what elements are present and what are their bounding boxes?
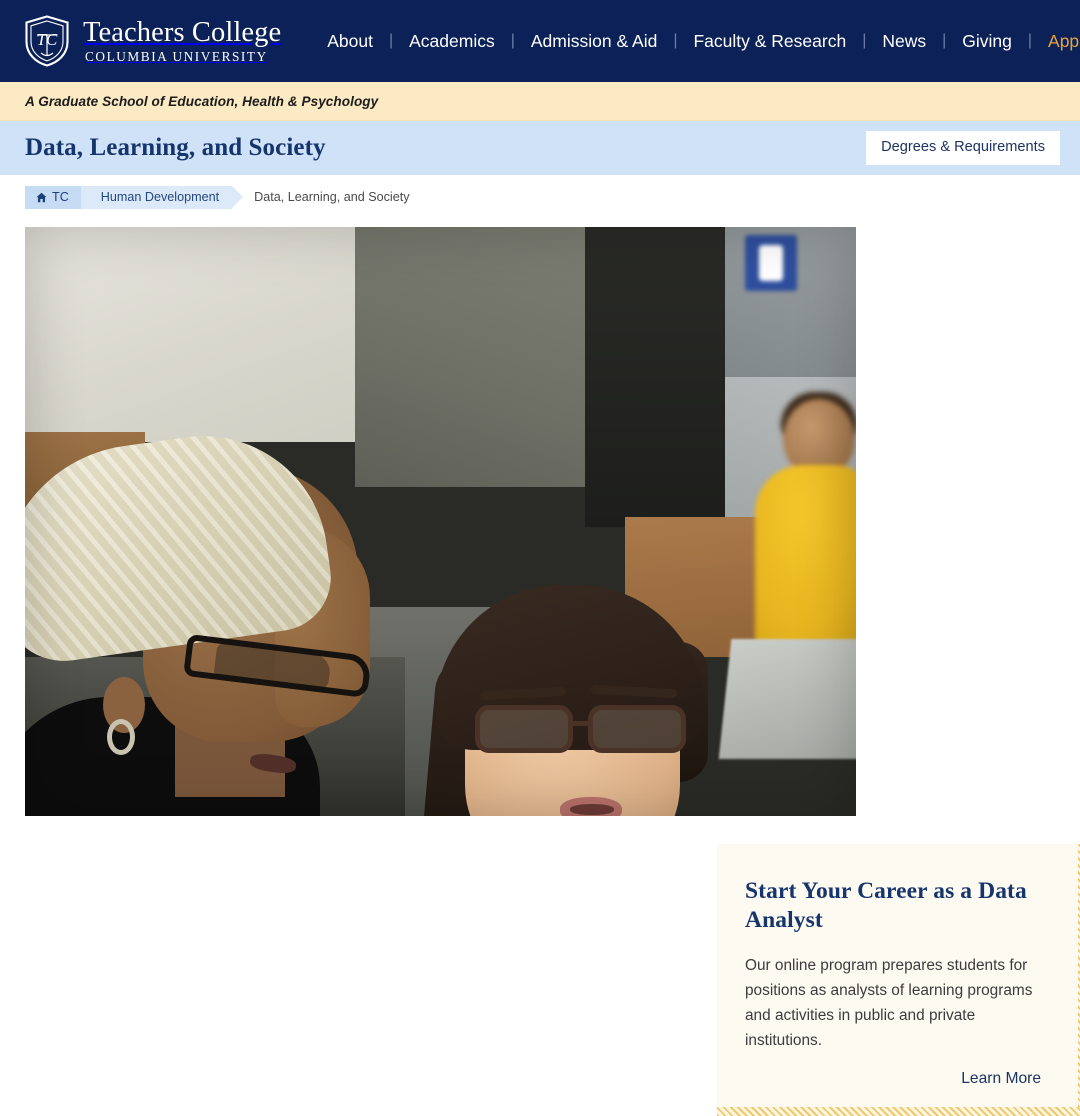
learn-more-link[interactable]: Learn More <box>961 1070 1041 1087</box>
site-header: TC Teachers College COLUMBIA UNIVERSITY … <box>0 0 1080 82</box>
breadcrumb-item-tc[interactable]: TC <box>25 185 92 209</box>
breadcrumb-chevron-icon <box>232 185 244 208</box>
callout-border-bottom <box>717 1107 1080 1116</box>
nav-item-academics[interactable]: Academics <box>393 31 511 52</box>
nav-item-admission-aid[interactable]: Admission & Aid <box>515 31 673 52</box>
site-logo-link[interactable]: TC Teachers College COLUMBIA UNIVERSITY <box>24 15 281 67</box>
page-title: Data, Learning, and Society <box>25 134 326 161</box>
home-icon <box>36 192 47 202</box>
nav-item-apply[interactable]: Apply <box>1032 31 1080 52</box>
breadcrumb-label-current: Data, Learning, and Society <box>254 190 410 204</box>
nav-item-faculty-research[interactable]: Faculty & Research <box>677 31 862 52</box>
tagline-bar: A Graduate School of Education, Health &… <box>0 82 1080 121</box>
callout-body: Our online program prepares students for… <box>745 957 1033 1050</box>
tagline-text: A Graduate School of Education, Health &… <box>25 93 379 109</box>
degrees-requirements-button[interactable]: Degrees & Requirements <box>866 131 1060 165</box>
photo-vignette <box>25 227 856 816</box>
nav-item-about[interactable]: About <box>311 31 389 52</box>
breadcrumb-item-current: Data, Learning, and Society <box>232 186 419 209</box>
page-title-bar: Data, Learning, and Society Degrees & Re… <box>0 121 1080 175</box>
hero-section: Start Your Career as a Data Analyst Our … <box>25 227 1080 1116</box>
breadcrumb-label-human-development: Human Development <box>100 190 220 204</box>
tc-shield-icon: TC <box>25 15 69 67</box>
nav-item-news[interactable]: News <box>866 31 942 52</box>
breadcrumb-item-human-development[interactable]: Human Development <box>80 185 244 209</box>
callout-title: Start Your Career as a Data Analyst <box>745 878 1027 933</box>
brand-subtitle: COLUMBIA UNIVERSITY <box>85 49 268 65</box>
callout-link-row: Learn More <box>745 1070 1045 1088</box>
hero-photo <box>25 227 856 816</box>
breadcrumb: TC Human Development Data, Learning, and… <box>0 175 1080 219</box>
main-navigation: About | Academics | Admission & Aid | Fa… <box>311 31 1080 52</box>
career-callout-card: Start Your Career as a Data Analyst Our … <box>717 844 1080 1116</box>
nav-item-giving[interactable]: Giving <box>946 31 1028 52</box>
brand-name: Teachers College <box>83 16 282 48</box>
breadcrumb-label-tc: TC <box>52 190 69 204</box>
